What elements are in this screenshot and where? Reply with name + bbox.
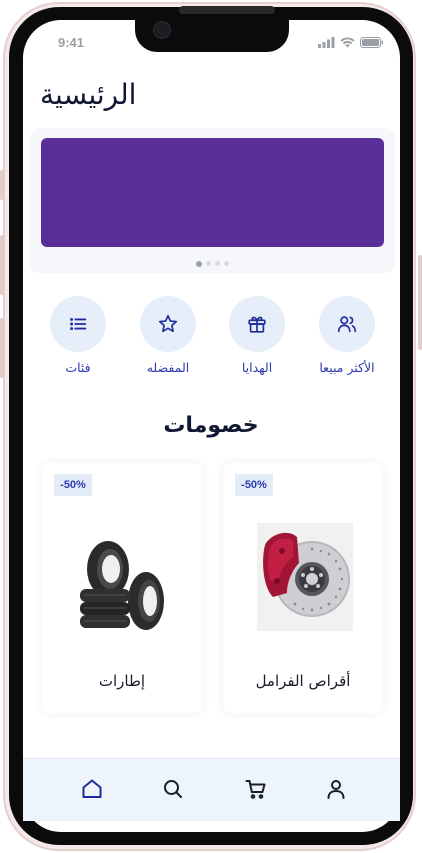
carousel-dot[interactable]	[224, 261, 229, 266]
category-icon-circle	[50, 296, 106, 352]
category-gifts[interactable]: الهدايا	[212, 296, 302, 375]
carousel-dot[interactable]	[196, 260, 202, 267]
profile-icon[interactable]	[324, 777, 348, 801]
notch	[135, 6, 289, 52]
bottom-nav	[23, 758, 400, 821]
users-icon	[337, 316, 357, 333]
phone-side-button	[0, 170, 4, 200]
carousel-dot[interactable]	[206, 261, 211, 266]
category-icon-circle	[229, 296, 285, 352]
camera	[153, 21, 171, 39]
category-label: المفضله	[146, 360, 190, 375]
category-icon-circle	[140, 296, 196, 352]
category-categories[interactable]: فئات	[33, 296, 123, 375]
category-icon-circle	[319, 296, 375, 352]
category-label: فئات	[65, 360, 91, 375]
carousel-dot[interactable]	[215, 261, 220, 266]
product-card-tires[interactable]: -50% إطارات	[42, 463, 202, 713]
brake-disc-image	[257, 523, 353, 631]
discount-badge: -50%	[235, 474, 273, 496]
search-icon[interactable]	[161, 777, 185, 801]
list-icon	[70, 317, 87, 331]
speaker	[179, 6, 275, 14]
status-icons	[318, 37, 384, 48]
phone-volume-down	[0, 318, 4, 378]
promo-banner[interactable]	[41, 138, 384, 247]
cart-icon[interactable]	[244, 777, 268, 801]
discount-badge: -50%	[54, 474, 92, 496]
page-title: الرئيسية	[40, 78, 137, 111]
signal-icon	[318, 37, 335, 48]
phone-power-button	[418, 255, 422, 350]
section-title: خصومات	[163, 413, 259, 438]
product-card-brake-discs[interactable]: -50% أقراص الفرامل	[223, 463, 383, 713]
product-name: أقراص الفرامل	[255, 672, 351, 690]
category-label: الأكثر مبيعا	[319, 360, 375, 375]
status-time: 9:41	[58, 35, 85, 50]
battery-icon	[360, 37, 383, 48]
star-icon	[158, 314, 178, 333]
product-name: إطارات	[98, 672, 146, 690]
carousel-dots	[196, 260, 229, 267]
category-favorites[interactable]: المفضله	[123, 296, 213, 375]
phone-volume-up	[0, 235, 4, 295]
tires-image	[80, 541, 164, 630]
category-best-sellers[interactable]: الأكثر مبيعا	[302, 296, 392, 375]
gift-icon	[248, 316, 266, 333]
category-label: الهدايا	[241, 360, 273, 375]
home-icon[interactable]	[80, 777, 104, 801]
wifi-icon	[340, 37, 355, 48]
